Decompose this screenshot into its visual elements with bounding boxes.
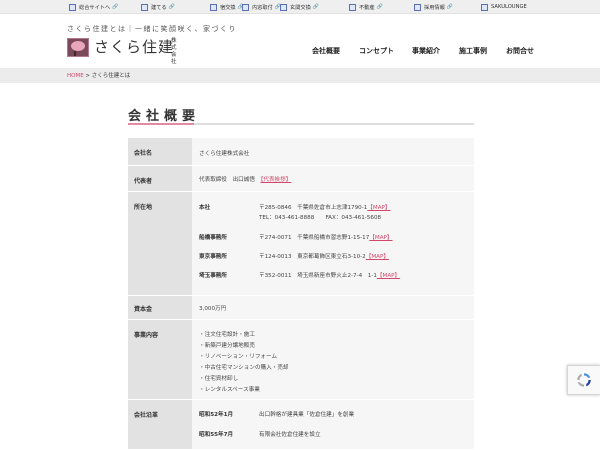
nav-concept[interactable]: コンセプト xyxy=(359,46,394,56)
page-title: 会社概要 xyxy=(128,109,201,124)
office-name-head: 本社 xyxy=(199,205,211,211)
logo-text: さくら住建 xyxy=(94,38,175,56)
breadcrumb-current: さくら住建とは xyxy=(91,73,131,79)
topbar-link-window-exchange[interactable]: 宿交換 🔗 xyxy=(210,2,244,12)
external-link-icon: 🔗 xyxy=(376,4,383,10)
history-text: 出口幹格が建具業「佐倉住建」を創業 xyxy=(259,412,355,418)
external-link-icon: 🔗 xyxy=(168,4,175,10)
table-row-business: 事業内容 ・注文住宅設計・施工 ・新築戸建分譲地販売 ・リノベーション・リフォー… xyxy=(128,320,474,400)
office-address-saitama: 〒352-0011 埼玉県新座市野火止2-7-4 1-1 xyxy=(259,273,377,279)
title-underline xyxy=(128,123,474,125)
row-label: 会社沿革 xyxy=(128,400,192,449)
row-label: 代表者 xyxy=(128,166,192,191)
row-label: 会社名 xyxy=(128,138,192,165)
business-item: ・住宅資材卸し xyxy=(199,376,239,382)
map-link-head[interactable]: 【MAP】 xyxy=(367,205,390,211)
capital-value: 3,000万円 xyxy=(199,306,227,312)
topbar-link-entrance[interactable]: 玄関交換 🔗 xyxy=(280,2,319,12)
business-item: ・中古住宅マンションの購入・売却 xyxy=(199,365,289,371)
table-row-capital: 資本金 3,000万円 xyxy=(128,296,474,320)
business-item: ・注文住宅設計・施工 xyxy=(199,332,255,338)
topbar-link-recruit[interactable]: 採用情報 🔗 xyxy=(414,2,453,12)
business-item: ・新築戸建分譲地販売 xyxy=(199,343,255,349)
history-date: 昭和55年7月 xyxy=(199,432,234,438)
recaptcha-badge[interactable] xyxy=(567,365,600,395)
topbar-link-inner-window[interactable]: 内窓取付 🔗 xyxy=(242,2,281,12)
office-address-funabashi: 〒274-0071 千葉県船橋市習志野1-15-17 xyxy=(259,235,370,241)
logo-kaisha: 株式会社 xyxy=(171,38,177,65)
window-icon xyxy=(242,3,249,11)
external-link-icon: 🔗 xyxy=(446,4,453,10)
company-name: さくら住建株式会社 xyxy=(199,151,250,157)
site-tagline: さくら住建とは｜一緒に笑顔咲く、家づくり xyxy=(67,25,237,33)
topbar-link-sakulounge[interactable]: SAKULOUNGE xyxy=(481,2,527,12)
person-icon xyxy=(414,3,421,11)
office-name-saitama: 埼玉事務所 xyxy=(199,273,227,279)
top-utility-bar: 総合サイトへ 🔗 建てる 🔗 宿交換 🔗 内窓取付 🔗 玄関交換 🔗 不動産 🔗 採用情報 🔗… xyxy=(0,0,600,14)
office-phone-head: TEL：043-461-8888 FAX：043-461-5608 xyxy=(259,215,382,221)
table-row-representative: 代表者 代表取締役 出口誠悟 【代表挨拶】 xyxy=(128,166,474,192)
business-item: ・レンタルスペース事業 xyxy=(199,387,260,393)
topbar-link-build[interactable]: 建てる 🔗 xyxy=(141,2,175,12)
recaptcha-icon xyxy=(577,373,591,387)
topbar-link-real-estate[interactable]: 不動産 🔗 xyxy=(349,2,383,12)
table-row-name: 会社名 さくら住建株式会社 xyxy=(128,138,474,166)
row-label: 資本金 xyxy=(128,296,192,319)
topbar-link-general-site[interactable]: 総合サイトへ 🔗 xyxy=(69,2,118,12)
office-name-funabashi: 船橋事務所 xyxy=(199,235,227,241)
building-icon xyxy=(349,3,356,11)
table-row-history: 会社沿革 昭和52年1月 出口幹格が建具業「佐倉住建」を創業 昭和55年7月 有… xyxy=(128,400,474,450)
external-link-icon: 🔗 xyxy=(312,4,319,10)
row-label: 所在地 xyxy=(128,192,192,295)
map-link-saitama[interactable]: 【MAP】 xyxy=(377,273,400,279)
site-icon xyxy=(69,3,76,11)
office-address-tokyo: 〒124-0013 東京都葛飾区東立石3-10-2 xyxy=(259,254,366,260)
representative-name: 代表取締役 出口誠悟 xyxy=(199,177,255,183)
external-link-icon: 🔗 xyxy=(112,4,119,10)
breadcrumb-home[interactable]: HOME xyxy=(67,73,84,79)
door-icon xyxy=(280,3,287,11)
office-name-tokyo: 東京事務所 xyxy=(199,254,227,260)
nav-business[interactable]: 事業紹介 xyxy=(412,46,440,56)
window-icon xyxy=(210,3,217,11)
nav-works[interactable]: 施工事例 xyxy=(459,46,487,56)
ceo-message-link[interactable]: 【代表挨拶】 xyxy=(261,177,292,183)
nav-company[interactable]: 会社概要 xyxy=(312,46,340,56)
lounge-icon xyxy=(481,3,488,11)
business-item: ・リノベーション・リフォーム xyxy=(199,354,278,360)
breadcrumb: HOME > さくら住建とは xyxy=(67,73,131,79)
office-address-head: 〒285-0846 千葉県佐倉市上志津1790-1 xyxy=(259,205,368,211)
table-row-location: 所在地 本社 〒285-0846 千葉県佐倉市上志津1790-1【MAP】 TE… xyxy=(128,192,474,296)
history-text: 有限会社佐倉住建を設立 xyxy=(259,432,321,438)
map-link-funabashi[interactable]: 【MAP】 xyxy=(369,235,392,241)
sakura-logo-icon xyxy=(67,38,89,57)
nav-contact[interactable]: お問合せ xyxy=(506,46,534,56)
row-label: 事業内容 xyxy=(128,320,192,399)
history-date: 昭和52年1月 xyxy=(199,412,234,418)
house-icon xyxy=(141,3,148,11)
map-link-tokyo[interactable]: 【MAP】 xyxy=(366,254,389,260)
